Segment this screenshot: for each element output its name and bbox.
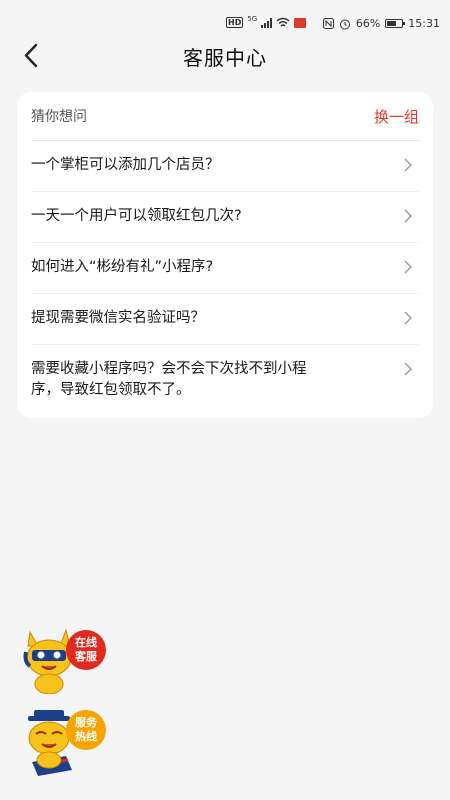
faq-question: 如何进入“彬纷有礼”小程序? <box>31 259 214 275</box>
faq-item[interactable]: 提现需要微信实名验证吗？ <box>31 294 419 345</box>
faq-question: 需要收藏小程序吗？会不会下次找不到小程序，导致红包领取不了。 <box>31 361 307 398</box>
network-type: 5G <box>247 14 258 23</box>
refresh-button[interactable]: 换一组 <box>374 106 419 127</box>
faq-question: 一天一个用户可以领取红包几次? <box>31 208 242 224</box>
chevron-right-icon <box>404 260 412 274</box>
online-service-button[interactable]: 在线 客服 <box>22 622 106 694</box>
faq-card: 猜你想问 换一组 一个掌柜可以添加几个店员？ 一天一个用户可以领取红包几次? 如… <box>17 92 433 418</box>
status-right: 66% 15:31 <box>322 17 440 30</box>
faq-item[interactable]: 一天一个用户可以领取红包几次? <box>31 192 419 243</box>
status-bar: HD 5G 66% 15:31 <box>0 0 450 40</box>
battery-icon <box>385 19 406 28</box>
faq-title: 猜你想问 <box>31 109 87 125</box>
battery-percent: 66% <box>355 17 381 30</box>
faq-list: 一个掌柜可以添加几个店员？ 一天一个用户可以领取红包几次? 如何进入“彬纷有礼”… <box>31 141 419 401</box>
nfc-icon <box>322 18 334 29</box>
service-hotline-label-2: 热线 <box>75 730 97 743</box>
faq-question: 一个掌柜可以添加几个店员？ <box>31 157 220 173</box>
online-service-label-1: 在线 <box>75 636 97 649</box>
online-service-badge: 在线 客服 <box>66 630 106 670</box>
chevron-right-icon <box>404 209 412 223</box>
online-service-label-2: 客服 <box>75 650 97 663</box>
service-hotline-label-1: 服务 <box>75 716 97 729</box>
faq-item[interactable]: 如何进入“彬纷有礼”小程序? <box>31 243 419 294</box>
service-hotline-badge: 服务 热线 <box>66 710 106 750</box>
wifi-icon <box>276 17 290 27</box>
chevron-right-icon <box>404 158 412 172</box>
status-left: HD 5G <box>226 14 307 28</box>
clock: 15:31 <box>408 17 440 30</box>
faq-question: 提现需要微信实名验证吗？ <box>31 310 205 326</box>
faq-card-header: 猜你想问 换一组 <box>31 92 419 141</box>
hd-indicator: HD <box>226 17 244 28</box>
page-title: 客服中心 <box>183 46 267 70</box>
faq-item[interactable]: 一个掌柜可以添加几个店员？ <box>31 141 419 192</box>
alarm-icon <box>339 19 350 29</box>
chevron-right-icon <box>404 311 412 325</box>
battery-level <box>387 21 397 26</box>
app-notification-icon <box>294 17 307 28</box>
service-hotline-button[interactable]: 服务 热线 <box>22 704 108 778</box>
chevron-right-icon <box>404 362 412 376</box>
signal-icon <box>261 17 273 28</box>
header: 客服中心 <box>0 40 450 76</box>
faq-item[interactable]: 需要收藏小程序吗？会不会下次找不到小程序，导致红包领取不了。 <box>31 345 419 401</box>
